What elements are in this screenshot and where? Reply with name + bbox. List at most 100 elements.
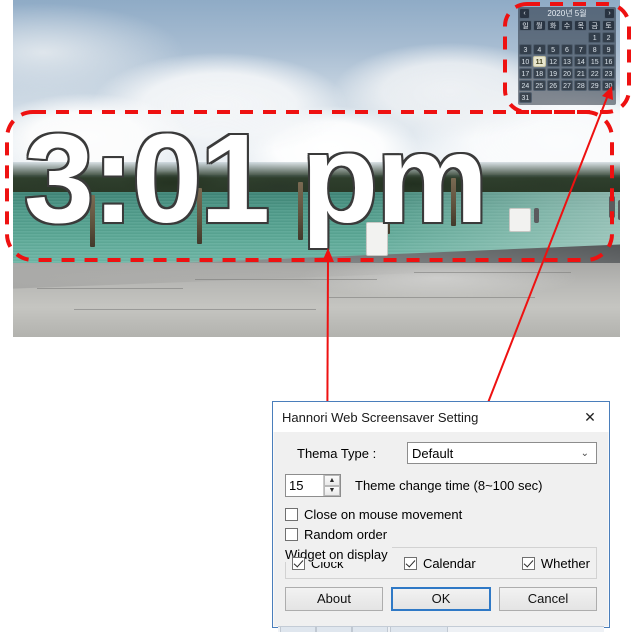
calendar-week-row: 17 18 19 20 21 22 23 <box>519 68 615 79</box>
checkbox-label: Random order <box>304 527 388 542</box>
calendar-day-empty <box>588 92 601 103</box>
calendar-day[interactable]: 30 <box>602 80 615 91</box>
calendar-week-row: 12 <box>519 32 615 43</box>
checkbox-icon[interactable] <box>403 557 417 570</box>
checkbox-random-order[interactable]: Random order <box>285 527 597 542</box>
calendar-weekday-row: 일 월 화 수 목 금 토 <box>519 20 615 31</box>
calendar-weekday: 화 <box>546 20 560 31</box>
calendar-day[interactable]: 15 <box>588 56 602 67</box>
checkbox-label: Whether <box>540 556 590 571</box>
theme-change-time-value[interactable]: 15 <box>286 475 323 496</box>
calendar-day[interactable]: 22 <box>588 68 602 79</box>
calendar-week-row: 3456789 <box>519 44 615 55</box>
calendar-week-row: 24 25 26 27 28 29 30 <box>519 80 615 91</box>
checkbox-icon[interactable] <box>285 508 298 521</box>
calendar-day[interactable]: 6 <box>560 44 574 55</box>
calendar-day[interactable]: 21 <box>574 68 588 79</box>
clock-time-text: 3:01 pm <box>24 108 488 249</box>
calendar-month-title: 2020년 5월 <box>547 9 587 18</box>
calendar-day-empty <box>533 32 546 43</box>
photo-person <box>534 208 539 223</box>
calendar-day[interactable]: 19 <box>546 68 560 79</box>
stepper-up-icon[interactable]: ▲ <box>324 475 340 486</box>
calendar-day[interactable]: 27 <box>560 80 574 91</box>
calendar-day[interactable]: 28 <box>574 80 588 91</box>
checkbox-icon[interactable] <box>285 528 298 541</box>
cancel-button[interactable]: Cancel <box>499 587 597 611</box>
checkbox-close-on-mouse-movement[interactable]: Close on mouse movement <box>285 507 597 522</box>
calendar-week-row: 31 <box>519 92 615 103</box>
dialog-body: Thema Type : Default ⌄ 15 ▲ ▼ Theme chan… <box>273 432 609 579</box>
photo-person <box>609 196 615 218</box>
stepper-buttons: ▲ ▼ <box>323 475 340 496</box>
checkbox-label: Close on mouse movement <box>304 507 463 522</box>
calendar-prev-month-button[interactable]: ‹ <box>519 8 530 19</box>
calendar-day-empty <box>574 32 587 43</box>
calendar-day[interactable]: 26 <box>546 80 560 91</box>
checkbox-widget-whether[interactable]: Whether <box>521 556 590 571</box>
calendar-day[interactable]: 14 <box>574 56 588 67</box>
taskbar-item <box>390 627 448 632</box>
calendar-week-row: 10 11 12 13 14 15 16 <box>519 56 615 67</box>
calendar-weekday: 토 <box>602 20 615 31</box>
checkbox-label: Calendar <box>422 556 476 571</box>
stepper-down-icon[interactable]: ▼ <box>324 485 340 496</box>
dialog-titlebar: Hannori Web Screensaver Setting ✕ <box>273 402 609 432</box>
checkbox-icon[interactable] <box>521 557 535 570</box>
calendar-day[interactable]: 24 <box>519 80 532 91</box>
chevron-down-icon: ⌄ <box>580 447 589 459</box>
theme-change-time-stepper[interactable]: 15 ▲ ▼ <box>285 474 341 497</box>
calendar-day[interactable]: 12 <box>546 56 560 67</box>
calendar-day[interactable]: 25 <box>532 80 546 91</box>
calendar-day[interactable]: 7 <box>574 44 588 55</box>
taskbar-item <box>352 627 388 632</box>
screensaver-settings-dialog: Hannori Web Screensaver Setting ✕ Thema … <box>272 401 610 628</box>
close-icon[interactable]: ✕ <box>577 406 603 428</box>
calendar-day[interactable]: 1 <box>588 32 602 43</box>
calendar-day[interactable]: 29 <box>588 80 602 91</box>
calendar-day[interactable]: 31 <box>519 92 532 103</box>
theme-change-time-row: 15 ▲ ▼ Theme change time (8~100 sec) <box>285 474 597 497</box>
calendar-day[interactable]: 13 <box>560 56 574 67</box>
calendar-day[interactable]: 5 <box>546 44 560 55</box>
ok-button[interactable]: OK <box>391 587 491 611</box>
about-button[interactable]: About <box>285 587 383 611</box>
calendar-day[interactable]: 11 <box>532 56 546 67</box>
calendar-day-empty <box>574 92 587 103</box>
calendar-next-month-button[interactable]: › <box>604 8 615 19</box>
calendar-day[interactable]: 23 <box>602 68 615 79</box>
calendar-day[interactable]: 10 <box>519 56 532 67</box>
dialog-button-row: About OK Cancel <box>273 579 609 611</box>
checkbox-icon[interactable] <box>292 557 305 570</box>
thema-type-row: Thema Type : Default ⌄ <box>285 442 597 464</box>
calendar-day-empty <box>561 92 574 103</box>
calendar-day[interactable]: 3 <box>519 44 532 55</box>
calendar-day[interactable]: 2 <box>602 32 615 43</box>
calendar-day-empty <box>533 92 546 103</box>
calendar-day[interactable]: 8 <box>588 44 602 55</box>
calendar-day[interactable]: 9 <box>602 44 615 55</box>
calendar-day-empty <box>519 32 532 43</box>
photo-van <box>509 208 531 232</box>
calendar-weekday: 수 <box>560 20 574 31</box>
taskbar-peek <box>278 626 604 632</box>
taskbar-item <box>316 627 352 632</box>
calendar-day-empty <box>602 92 615 103</box>
calendar-weekday: 월 <box>532 20 546 31</box>
thema-type-value: Default <box>412 445 454 461</box>
calendar-day-empty <box>561 32 574 43</box>
calendar-widget: ‹ 2020년 5월 › 일 월 화 수 목 금 토 1 2 3 4 5 6 7 8 9 10 11… <box>518 7 616 105</box>
calendar-weekday: 금 <box>588 20 602 31</box>
calendar-day[interactable]: 18 <box>532 68 546 79</box>
checkbox-widget-calendar[interactable]: Calendar <box>403 556 522 571</box>
clock-widget: 3:01 pm <box>24 116 488 242</box>
calendar-day[interactable]: 17 <box>519 68 532 79</box>
calendar-day[interactable]: 4 <box>532 44 546 55</box>
photo-road <box>13 262 620 337</box>
calendar-day-empty <box>547 32 560 43</box>
theme-change-time-label: Theme change time (8~100 sec) <box>355 478 543 493</box>
thema-type-select[interactable]: Default ⌄ <box>407 442 597 464</box>
calendar-day[interactable]: 16 <box>602 56 615 67</box>
calendar-day[interactable]: 20 <box>560 68 574 79</box>
taskbar-item <box>280 627 316 632</box>
